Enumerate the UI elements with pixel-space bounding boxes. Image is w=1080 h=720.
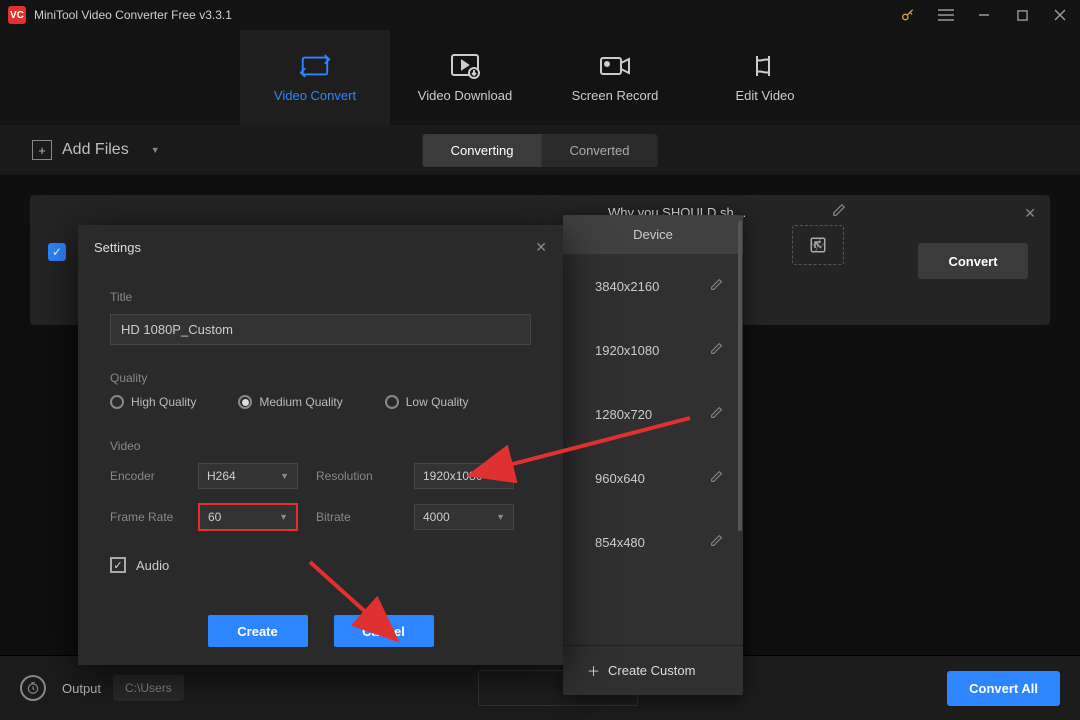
video-section-label: Video bbox=[110, 439, 531, 453]
quality-low-radio[interactable]: Low Quality bbox=[385, 395, 469, 409]
resolution-label: Resolution bbox=[316, 469, 396, 483]
radio-icon bbox=[385, 395, 399, 409]
tab-label: Video Convert bbox=[274, 88, 356, 103]
tab-video-convert[interactable]: Video Convert bbox=[240, 30, 390, 125]
framerate-value: 60 bbox=[208, 510, 221, 524]
tab-video-download[interactable]: Video Download bbox=[390, 30, 540, 125]
edit-icon[interactable] bbox=[710, 470, 723, 486]
edit-icon[interactable] bbox=[710, 278, 723, 294]
create-custom-button[interactable]: ＋ Create Custom bbox=[563, 645, 743, 695]
quality-label: Quality bbox=[110, 371, 531, 385]
framerate-select[interactable]: 60 ▼ bbox=[198, 503, 298, 531]
bitrate-value: 4000 bbox=[423, 510, 450, 524]
chevron-down-icon: ▼ bbox=[496, 471, 505, 481]
tab-edit-video[interactable]: Edit Video bbox=[690, 30, 840, 125]
download-icon bbox=[449, 52, 481, 80]
radio-label: Medium Quality bbox=[259, 395, 342, 409]
settings-title: Settings bbox=[94, 240, 141, 255]
title-bar: VC MiniTool Video Converter Free v3.3.1 bbox=[0, 0, 1080, 30]
add-files-button[interactable]: + Add Files ▼ bbox=[20, 130, 172, 170]
plus-icon: + bbox=[32, 140, 52, 160]
resolution-select[interactable]: 1920x1080 ▼ bbox=[414, 463, 514, 489]
res-tab-device[interactable]: Device bbox=[563, 215, 743, 254]
edit-icon[interactable] bbox=[710, 406, 723, 422]
encoder-value: H264 bbox=[207, 469, 236, 483]
resolution-option[interactable]: 1920x1080 bbox=[563, 318, 743, 382]
framerate-label: Frame Rate bbox=[110, 510, 180, 524]
cancel-button[interactable]: Cancel bbox=[334, 615, 434, 647]
settings-dialog: Settings ✕ Title Quality High Quality Me… bbox=[78, 225, 563, 665]
tab-label: Video Download bbox=[418, 88, 512, 103]
profile-title-input[interactable] bbox=[110, 314, 531, 345]
tab-screen-record[interactable]: Screen Record bbox=[540, 30, 690, 125]
plus-icon: ＋ bbox=[587, 661, 600, 680]
edit-file-icon[interactable] bbox=[832, 203, 846, 220]
audio-label: Audio bbox=[136, 558, 169, 573]
encoder-select[interactable]: H264 ▼ bbox=[198, 463, 298, 489]
remove-file-icon[interactable]: ✕ bbox=[1024, 205, 1036, 222]
tab-label: Edit Video bbox=[735, 88, 794, 103]
menu-icon[interactable] bbox=[934, 3, 958, 27]
chevron-down-icon: ▼ bbox=[280, 471, 289, 481]
resolution-option[interactable]: 1280x720 bbox=[563, 382, 743, 446]
chevron-down-icon: ▼ bbox=[279, 512, 288, 522]
resolution-list: 3840x2160 1920x1080 1280x720 960x640 854… bbox=[563, 254, 743, 645]
create-custom-label: Create Custom bbox=[608, 663, 695, 678]
radio-icon bbox=[110, 395, 124, 409]
edit-icon[interactable] bbox=[710, 534, 723, 550]
resolution-value: 1920x1080 bbox=[595, 343, 659, 358]
maximize-button[interactable] bbox=[1010, 3, 1034, 27]
scrollbar-thumb[interactable] bbox=[738, 221, 742, 531]
convert-button[interactable]: Convert bbox=[918, 243, 1028, 279]
quality-medium-radio[interactable]: Medium Quality bbox=[238, 395, 342, 409]
edit-icon bbox=[749, 52, 781, 80]
close-button[interactable] bbox=[1048, 3, 1072, 27]
resolution-value: 960x640 bbox=[595, 471, 645, 486]
add-files-label: Add Files bbox=[62, 141, 129, 159]
bitrate-select[interactable]: 4000 ▼ bbox=[414, 504, 514, 530]
convert-all-button[interactable]: Convert All bbox=[947, 671, 1060, 706]
key-icon[interactable] bbox=[896, 3, 920, 27]
schedule-icon[interactable] bbox=[20, 675, 46, 701]
chevron-down-icon: ▼ bbox=[496, 512, 505, 522]
create-button[interactable]: Create bbox=[208, 615, 308, 647]
app-title: MiniTool Video Converter Free v3.3.1 bbox=[34, 8, 896, 22]
app-logo-icon: VC bbox=[8, 6, 26, 24]
toolbar: + Add Files ▼ Converting Converted bbox=[0, 125, 1080, 175]
resolution-option[interactable]: 854x480 bbox=[563, 510, 743, 574]
output-label: Output bbox=[62, 681, 101, 696]
tab-label: Screen Record bbox=[572, 88, 659, 103]
radio-icon bbox=[238, 395, 252, 409]
resolution-option[interactable]: 960x640 bbox=[563, 446, 743, 510]
main-tabs: Video Convert Video Download Screen Reco… bbox=[0, 30, 1080, 125]
resolution-value: 1920x1080 bbox=[423, 469, 482, 483]
select-checkbox[interactable]: ✓ bbox=[48, 243, 66, 261]
minimize-button[interactable] bbox=[972, 3, 996, 27]
audio-checkbox[interactable]: ✓ bbox=[110, 557, 126, 573]
resolution-value: 3840x2160 bbox=[595, 279, 659, 294]
edit-icon[interactable] bbox=[710, 342, 723, 358]
status-segment: Converting Converted bbox=[423, 134, 658, 167]
output-path[interactable]: C:\Users bbox=[113, 675, 184, 701]
encoder-label: Encoder bbox=[110, 469, 180, 483]
bitrate-label: Bitrate bbox=[316, 510, 396, 524]
record-icon bbox=[599, 52, 631, 80]
chevron-down-icon: ▼ bbox=[151, 145, 160, 155]
radio-label: High Quality bbox=[131, 395, 196, 409]
resolution-value: 854x480 bbox=[595, 535, 645, 550]
title-label: Title bbox=[110, 290, 531, 304]
resolution-panel: Device 3840x2160 1920x1080 1280x720 960x… bbox=[563, 215, 743, 695]
resolution-option[interactable]: 3840x2160 bbox=[563, 254, 743, 318]
seg-converting[interactable]: Converting bbox=[423, 134, 542, 167]
format-target-button[interactable] bbox=[792, 225, 844, 265]
close-icon[interactable]: ✕ bbox=[535, 239, 547, 256]
resolution-value: 1280x720 bbox=[595, 407, 652, 422]
radio-label: Low Quality bbox=[406, 395, 469, 409]
quality-high-radio[interactable]: High Quality bbox=[110, 395, 196, 409]
convert-icon bbox=[299, 52, 331, 80]
seg-converted[interactable]: Converted bbox=[541, 134, 657, 167]
